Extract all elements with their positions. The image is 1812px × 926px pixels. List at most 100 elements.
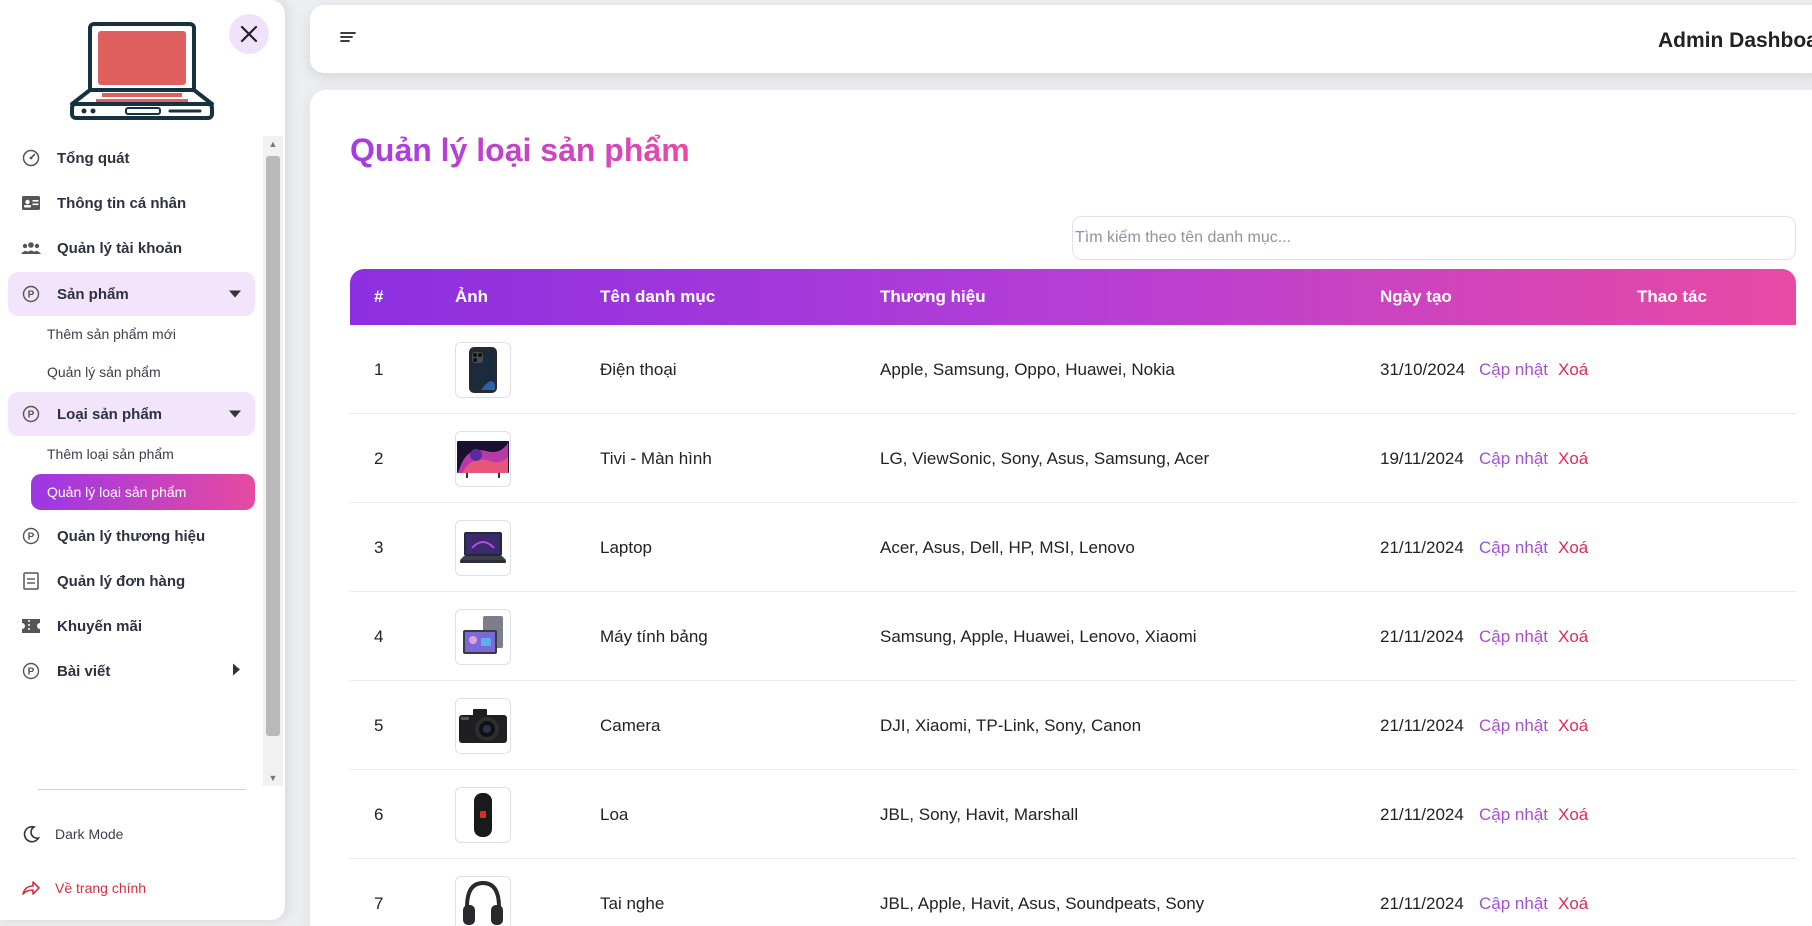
created-date: 21/11/2024	[1380, 538, 1464, 557]
category-name: Camera	[600, 716, 661, 735]
sidebar-scrollbar[interactable]: ▲ ▼	[263, 136, 283, 786]
table-header: # Ảnh Tên danh mục Thương hiệu Ngày tạo …	[350, 269, 1796, 325]
sidebar-item-label: Khuyến mãi	[57, 617, 143, 635]
sidebar-item-brands[interactable]: P Quản lý thương hiệu	[8, 514, 255, 558]
column-header-date: Ngày tạo	[1380, 287, 1452, 306]
sidebar-item-label: Sản phẩm	[57, 285, 129, 303]
close-sidebar-button[interactable]	[229, 14, 269, 54]
delete-button[interactable]: Xoá	[1558, 805, 1588, 825]
sidebar-item-label: Bài viết	[57, 662, 111, 680]
svg-text:P: P	[28, 667, 35, 678]
update-button[interactable]: Cập nhật	[1479, 449, 1548, 469]
update-button[interactable]: Cập nhật	[1479, 805, 1548, 825]
brand-list: Samsung, Apple, Huawei, Lenovo, Xiaomi	[880, 627, 1197, 646]
table-row: 3 Laptop Acer, Asus, Dell, HP, MSI, Leno…	[350, 503, 1796, 592]
laptop-image	[455, 520, 511, 576]
laptop-logo	[70, 22, 214, 120]
sidebar-nav: Tổng quát Thông tin cá nhân Quản lý tài …	[0, 136, 262, 786]
sidebar-item-posts[interactable]: P Bài viết	[8, 649, 255, 693]
close-icon	[240, 25, 258, 43]
delete-button[interactable]: Xoá	[1558, 894, 1588, 914]
delete-button[interactable]: Xoá	[1558, 449, 1588, 469]
row-number: 1	[374, 360, 384, 379]
sidebar-subitem-label: Quản lý loại sản phẩm	[47, 484, 187, 500]
sidebar-item-products[interactable]: P Sản phẩm	[8, 272, 255, 316]
ticket-icon	[20, 615, 42, 637]
row-number: 6	[374, 805, 384, 824]
update-button[interactable]: Cập nhật	[1479, 627, 1548, 647]
created-date: 19/11/2024	[1380, 449, 1464, 468]
table-row: 5 Camera DJI, Xiaomi, TP-Link, Sony, Can…	[350, 681, 1796, 770]
sidebar-item-product-types[interactable]: P Loại sản phẩm	[8, 392, 255, 436]
sidebar-subitem-label: Quản lý sản phẩm	[47, 364, 161, 380]
menu-toggle-button[interactable]	[340, 30, 360, 50]
row-number: 4	[374, 627, 384, 646]
update-button[interactable]: Cập nhật	[1479, 538, 1548, 558]
users-icon	[20, 237, 42, 259]
product-icon: P	[20, 660, 42, 682]
menu-lines-icon	[340, 32, 356, 42]
product-icon: P	[20, 283, 42, 305]
delete-button[interactable]: Xoá	[1558, 538, 1588, 558]
sidebar-item-promotions[interactable]: Khuyến mãi	[8, 604, 255, 648]
delete-button[interactable]: Xoá	[1558, 360, 1588, 380]
table-row: 1 Điện thoại Apple, Samsung, Oppo, Huawe…	[350, 325, 1796, 414]
created-date: 21/11/2024	[1380, 716, 1464, 735]
brand-list: LG, ViewSonic, Sony, Asus, Samsung, Acer	[880, 449, 1210, 468]
brand-list: Apple, Samsung, Oppo, Huawei, Nokia	[880, 360, 1175, 379]
back-home-label: Về trang chính	[55, 880, 147, 896]
sidebar-item-profile[interactable]: Thông tin cá nhân	[8, 181, 255, 225]
sidebar-item-overview[interactable]: Tổng quát	[8, 136, 255, 180]
search-input[interactable]	[1072, 216, 1796, 260]
delete-button[interactable]: Xoá	[1558, 627, 1588, 647]
svg-text:P: P	[28, 290, 35, 301]
row-number: 3	[374, 538, 384, 557]
update-button[interactable]: Cập nhật	[1479, 360, 1548, 380]
scroll-down-arrow-icon[interactable]: ▼	[263, 770, 283, 786]
table-row: 6 Loa JBL, Sony, Havit, Marshall 21/11/2…	[350, 770, 1796, 859]
sidebar-item-accounts[interactable]: Quản lý tài khoản	[8, 226, 255, 270]
tablet-image	[455, 609, 511, 665]
created-date: 21/11/2024	[1380, 894, 1464, 913]
header-title: Admin Dashboa	[1658, 29, 1812, 52]
sidebar-item-label: Thông tin cá nhân	[57, 194, 187, 212]
dark-mode-label: Dark Mode	[55, 826, 124, 842]
row-number: 5	[374, 716, 384, 735]
order-icon	[20, 570, 42, 592]
sidebar-subitem-add-product[interactable]: Thêm sản phẩm mới	[31, 316, 255, 352]
brand-list: DJI, Xiaomi, TP-Link, Sony, Canon	[880, 716, 1142, 735]
row-number: 2	[374, 449, 384, 468]
phone-image	[455, 342, 511, 398]
speaker-image	[455, 787, 511, 843]
sidebar-item-label: Quản lý tài khoản	[57, 239, 183, 257]
scrollbar-thumb[interactable]	[266, 156, 280, 736]
delete-button[interactable]: Xoá	[1558, 716, 1588, 736]
update-button[interactable]: Cập nhật	[1479, 716, 1548, 736]
sidebar-subitem-manage-products[interactable]: Quản lý sản phẩm	[31, 354, 255, 390]
caret-down-icon	[229, 286, 241, 303]
sidebar-subitem-manage-product-types[interactable]: Quản lý loại sản phẩm	[31, 474, 255, 510]
column-header-name: Tên danh mục	[600, 287, 716, 306]
sidebar-subitem-label: Thêm loại sản phẩm	[47, 446, 174, 462]
sidebar-item-label: Quản lý đơn hàng	[57, 572, 186, 590]
created-date: 31/10/2024	[1380, 360, 1466, 379]
column-header-image: Ảnh	[455, 287, 489, 306]
product-icon: P	[20, 403, 42, 425]
category-name: Laptop	[600, 538, 652, 557]
sidebar-item-orders[interactable]: Quản lý đơn hàng	[8, 559, 255, 603]
brand-list: JBL, Apple, Havit, Asus, Soundpeats, Son…	[880, 894, 1205, 913]
table-row: 7 Tai nghe JBL, Apple, Havit, Asus, Soun…	[350, 859, 1796, 926]
update-button[interactable]: Cập nhật	[1479, 894, 1548, 914]
scroll-up-arrow-icon[interactable]: ▲	[263, 136, 283, 152]
brand-list: Acer, Asus, Dell, HP, MSI, Lenovo	[880, 538, 1135, 557]
page-title: Quản lý loại sản phẩm	[350, 132, 690, 168]
headphone-image	[455, 876, 511, 926]
category-name: Máy tính bảng	[600, 627, 708, 646]
back-home-link[interactable]: Về trang chính	[20, 877, 146, 899]
sidebar-item-label: Loại sản phẩm	[57, 405, 163, 423]
category-name: Tai nghe	[600, 894, 665, 913]
dark-mode-toggle[interactable]: Dark Mode	[20, 823, 123, 845]
sidebar-subitem-add-product-type[interactable]: Thêm loại sản phẩm	[31, 436, 255, 472]
sidebar-item-label: Tổng quát	[57, 149, 130, 167]
column-header-brands: Thương hiệu	[880, 287, 986, 306]
